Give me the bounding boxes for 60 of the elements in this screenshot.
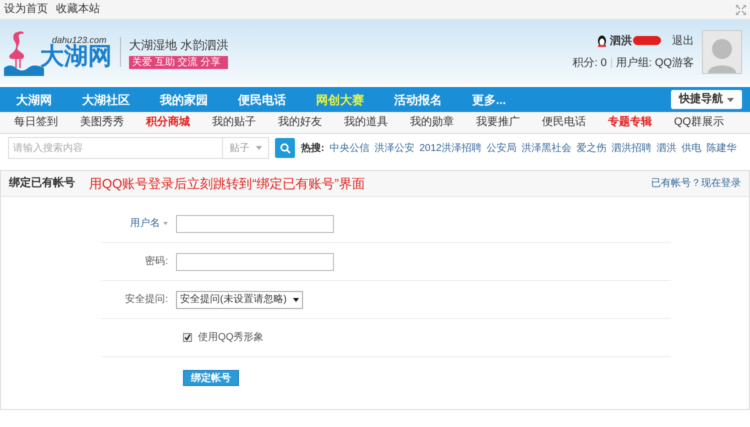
- sub-nav-link[interactable]: 每日签到: [14, 114, 58, 131]
- hot-search-link[interactable]: 泗洪招聘: [612, 140, 652, 156]
- nav-link[interactable]: 活动报名: [394, 90, 442, 108]
- sub-nav-link[interactable]: 我的好友: [278, 114, 322, 131]
- caret-icon: [727, 98, 734, 102]
- avatar: [702, 30, 742, 74]
- redaction-mark: [633, 36, 661, 46]
- panel-title: 绑定已有帐号: [9, 176, 75, 192]
- search-button[interactable]: [275, 138, 295, 158]
- hot-search-link[interactable]: 泗洪: [656, 140, 677, 156]
- hot-search-link[interactable]: 爱之伤: [576, 140, 607, 156]
- sub-nav-link[interactable]: 我的勋章: [410, 114, 454, 131]
- caret-icon: [256, 146, 262, 150]
- hot-search-link[interactable]: 公安局: [486, 140, 517, 156]
- hot-search-link[interactable]: 2012洪泽招聘: [419, 140, 482, 156]
- nav-link[interactable]: 大湖社区: [82, 90, 130, 108]
- nav-link[interactable]: 我的家园: [160, 90, 208, 108]
- caret-icon[interactable]: [163, 222, 168, 225]
- username-field[interactable]: [176, 214, 334, 232]
- nav-link[interactable]: 大湖网: [16, 90, 52, 108]
- points-text: 积分: 0: [572, 56, 607, 71]
- logout-link[interactable]: 退出: [672, 32, 694, 49]
- sub-nav-link[interactable]: 我的道具: [344, 114, 388, 131]
- field-label-text: 密码:: [145, 254, 168, 269]
- sub-nav-link[interactable]: 我要推广: [476, 114, 520, 131]
- checkbox-label: 使用QQ秀形象: [198, 330, 264, 345]
- slogan-tags: 关爱 互助 交流 分享: [129, 56, 228, 68]
- password-field[interactable]: [176, 252, 334, 270]
- hot-search-link[interactable]: 洪泽黑社会: [522, 140, 572, 156]
- top-link[interactable]: 设为首页: [4, 1, 48, 18]
- username: 泗洪: [610, 34, 632, 48]
- annotation-text: 用QQ账号登录后立刻跳转到“绑定已有账号”界面: [89, 174, 365, 193]
- hot-search-link[interactable]: 供电: [682, 140, 702, 156]
- sub-nav-link[interactable]: 专题专辑: [608, 114, 652, 131]
- hot-search-link[interactable]: 中央公信: [329, 140, 370, 156]
- sub-nav-link[interactable]: QQ群展示: [674, 114, 724, 131]
- sub-nav-link[interactable]: 积分商城: [146, 114, 190, 131]
- security-question-select[interactable]: 安全提问(未设置请忽略): [176, 290, 303, 308]
- logo-domain: dahu123.com: [52, 36, 108, 44]
- hot-search-link[interactable]: 陈建华: [706, 140, 737, 156]
- hot-search-link[interactable]: 洪泽公安: [374, 140, 414, 156]
- sub-nav-link[interactable]: 我的贴子: [212, 114, 256, 131]
- user-group-text: 用户组: QQ游客: [616, 56, 694, 71]
- sub-nav-link[interactable]: 美图秀秀: [80, 114, 124, 131]
- login-link[interactable]: 已有帐号？现在登录: [651, 176, 741, 191]
- caret-icon: [292, 298, 299, 302]
- hot-search-label: 热搜:: [301, 142, 324, 156]
- slogan: 大湖湿地 水韵泗洪: [129, 36, 228, 54]
- qq-show-checkbox[interactable]: [183, 333, 192, 342]
- quick-nav-button[interactable]: 快捷导航: [671, 90, 742, 109]
- sub-nav-link[interactable]: 便民电话: [542, 114, 586, 131]
- penguin-icon: [597, 34, 607, 47]
- fullscreen-icon[interactable]: [736, 4, 746, 14]
- nav-link[interactable]: 便民电话: [238, 90, 286, 108]
- top-link[interactable]: 收藏本站: [56, 1, 100, 18]
- search-icon: [280, 142, 290, 154]
- logo-text: 大湖网: [40, 44, 112, 68]
- field-label-text: 安全提问:: [125, 292, 168, 307]
- field-label-text: 用户名: [130, 216, 160, 231]
- nav-link[interactable]: 更多...: [472, 90, 506, 108]
